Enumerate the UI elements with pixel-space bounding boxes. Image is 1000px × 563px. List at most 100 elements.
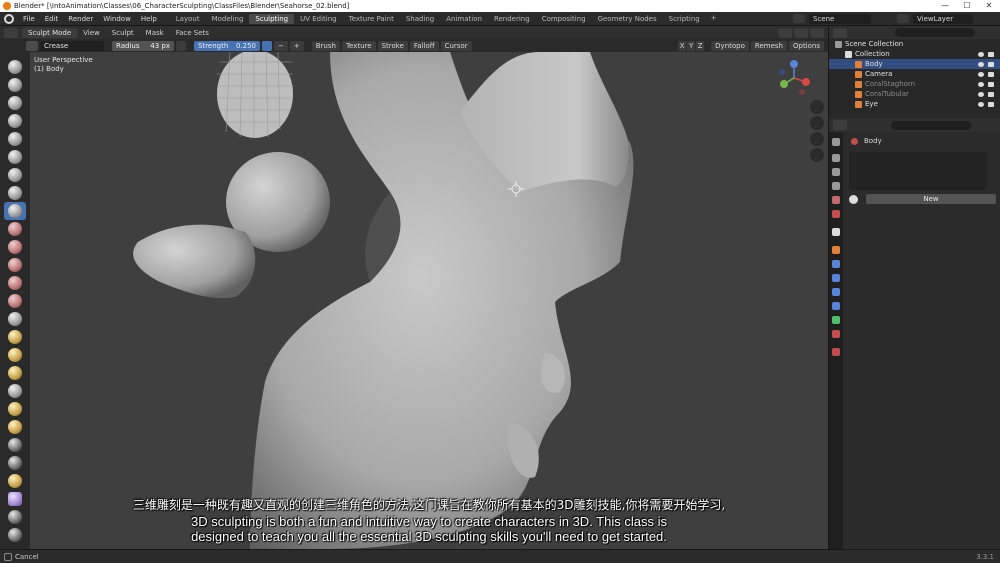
cloth-brush-icon[interactable] bbox=[8, 492, 22, 506]
outliner-row[interactable]: CoralStaghorn bbox=[829, 79, 1000, 89]
clay-brush-icon[interactable] bbox=[8, 96, 22, 110]
render-camera-icon[interactable] bbox=[988, 81, 994, 87]
blob-brush-icon[interactable] bbox=[8, 186, 22, 200]
particles-tab-icon[interactable] bbox=[832, 274, 840, 282]
simplify-brush-icon[interactable] bbox=[8, 510, 22, 524]
constraints-tab-icon[interactable] bbox=[832, 302, 840, 310]
pan-hand-icon[interactable] bbox=[810, 116, 824, 130]
inflate-brush-icon[interactable] bbox=[8, 168, 22, 182]
nudge-brush-icon[interactable] bbox=[8, 420, 22, 434]
physics-tab-icon[interactable] bbox=[832, 288, 840, 296]
symmetry-y-toggle[interactable]: Y bbox=[687, 40, 697, 51]
visibility-eye-icon[interactable] bbox=[978, 71, 984, 77]
tab-scripting[interactable]: Scripting bbox=[663, 14, 706, 24]
snake-hook-brush-icon[interactable] bbox=[8, 366, 22, 380]
render-camera-icon[interactable] bbox=[988, 101, 994, 107]
remesh-dropdown[interactable]: Remesh bbox=[750, 40, 787, 51]
close-button[interactable]: ✕ bbox=[978, 0, 1000, 12]
visibility-eye-icon[interactable] bbox=[978, 81, 984, 87]
menu-render[interactable]: Render bbox=[63, 15, 98, 23]
pressure-strength-icon[interactable] bbox=[262, 40, 272, 51]
brush-name-field[interactable]: Crease bbox=[40, 40, 104, 51]
crease-brush-icon[interactable] bbox=[8, 204, 22, 218]
grid-toggle-icon[interactable] bbox=[810, 148, 824, 162]
radius-unit-icon[interactable] bbox=[176, 40, 186, 51]
options-dropdown[interactable]: Options bbox=[788, 40, 824, 51]
scene-name[interactable]: Scene bbox=[809, 13, 871, 24]
slide-relax-brush-icon[interactable] bbox=[8, 456, 22, 470]
tool-tab-icon[interactable] bbox=[832, 138, 840, 146]
menu-edit[interactable]: Edit bbox=[40, 15, 64, 23]
data-tab-icon[interactable] bbox=[832, 316, 840, 324]
camera-view-icon[interactable] bbox=[810, 132, 824, 146]
thumb-brush-icon[interactable] bbox=[8, 384, 22, 398]
elastic-deform-brush-icon[interactable] bbox=[8, 348, 22, 362]
render-camera-icon[interactable] bbox=[988, 71, 994, 77]
collection-tab-icon[interactable] bbox=[832, 228, 840, 236]
render-camera-icon[interactable] bbox=[988, 61, 994, 67]
navigation-gizmo-icon[interactable] bbox=[774, 58, 814, 98]
visibility-eye-icon[interactable] bbox=[978, 101, 984, 107]
direction-add-button[interactable]: + bbox=[289, 40, 304, 51]
outliner-row[interactable]: Scene Collection bbox=[829, 39, 1000, 49]
outliner-row[interactable]: Body bbox=[829, 59, 1000, 69]
view-layer-tab-icon[interactable] bbox=[832, 182, 840, 190]
blender-logo-icon[interactable] bbox=[4, 13, 14, 24]
menu-file[interactable]: File bbox=[18, 15, 40, 23]
tab-rendering[interactable]: Rendering bbox=[488, 14, 536, 24]
dyntopo-toggle[interactable]: Dyntopo bbox=[711, 40, 749, 51]
menu-help[interactable]: Help bbox=[136, 15, 162, 23]
rotate-brush-icon[interactable] bbox=[8, 438, 22, 452]
mask-brush-icon[interactable] bbox=[8, 528, 22, 542]
fill-brush-icon[interactable] bbox=[8, 258, 22, 272]
tab-animation[interactable]: Animation bbox=[440, 14, 488, 24]
properties-search-input[interactable] bbox=[891, 120, 971, 130]
visibility-eye-icon[interactable] bbox=[978, 61, 984, 67]
stroke-dropdown[interactable]: Stroke bbox=[377, 40, 408, 51]
outliner-row[interactable]: CoralTubular bbox=[829, 89, 1000, 99]
material-browse-icon[interactable] bbox=[849, 194, 858, 204]
tab-compositing[interactable]: Compositing bbox=[536, 14, 592, 24]
falloff-dropdown[interactable]: Falloff bbox=[409, 40, 439, 51]
shading-solid-icon[interactable] bbox=[794, 27, 808, 38]
output-tab-icon[interactable] bbox=[832, 168, 840, 176]
draw-sharp-brush-icon[interactable] bbox=[8, 78, 22, 92]
view-layer-name[interactable]: ViewLayer bbox=[913, 13, 973, 24]
tab-uv-editing[interactable]: UV Editing bbox=[294, 14, 343, 24]
boundary-brush-icon[interactable] bbox=[8, 474, 22, 488]
overlay-icon[interactable] bbox=[778, 27, 792, 38]
maximize-button[interactable]: ☐ bbox=[956, 0, 978, 12]
new-material-button[interactable]: New bbox=[866, 194, 996, 204]
material-slot-list[interactable] bbox=[849, 152, 987, 190]
visibility-eye-icon[interactable] bbox=[978, 91, 984, 97]
clay-strips-brush-icon[interactable] bbox=[8, 114, 22, 128]
scrape-brush-icon[interactable] bbox=[8, 276, 22, 290]
radius-slider[interactable]: Radius 43 px bbox=[112, 40, 174, 51]
cursor-dropdown[interactable]: Cursor bbox=[440, 40, 472, 51]
tab-sculpting[interactable]: Sculpting bbox=[249, 13, 295, 24]
mode-dropdown[interactable]: Sculpt Mode bbox=[22, 27, 78, 38]
menu-face-sets[interactable]: Face Sets bbox=[170, 29, 215, 37]
multiplane-scrape-brush-icon[interactable] bbox=[8, 294, 22, 308]
tab-shading[interactable]: Shading bbox=[400, 14, 440, 24]
add-workspace-button[interactable]: + bbox=[706, 14, 722, 24]
outliner-row[interactable]: Camera bbox=[829, 69, 1000, 79]
menu-sculpt[interactable]: Sculpt bbox=[106, 29, 140, 37]
outliner-editor-type-icon[interactable] bbox=[833, 27, 847, 38]
brush-thumbnail-icon[interactable] bbox=[26, 40, 38, 51]
texture-dropdown[interactable]: Texture bbox=[341, 40, 376, 51]
grab-brush-icon[interactable] bbox=[8, 330, 22, 344]
symmetry-z-toggle[interactable]: Z bbox=[696, 40, 706, 51]
view-layer-selector[interactable]: ViewLayer bbox=[897, 13, 997, 24]
outliner-row[interactable]: Eye bbox=[829, 99, 1000, 109]
world-tab-icon[interactable] bbox=[832, 210, 840, 218]
shading-material-icon[interactable] bbox=[810, 27, 824, 38]
render-camera-icon[interactable] bbox=[988, 91, 994, 97]
brush-dropdown[interactable]: Brush bbox=[311, 40, 340, 51]
tab-layout[interactable]: Layout bbox=[170, 14, 206, 24]
layer-brush-icon[interactable] bbox=[8, 150, 22, 164]
clay-thumb-brush-icon[interactable] bbox=[8, 132, 22, 146]
flatten-brush-icon[interactable] bbox=[8, 240, 22, 254]
draw-brush-icon[interactable] bbox=[8, 60, 22, 74]
direction-subtract-button[interactable]: − bbox=[274, 40, 288, 51]
